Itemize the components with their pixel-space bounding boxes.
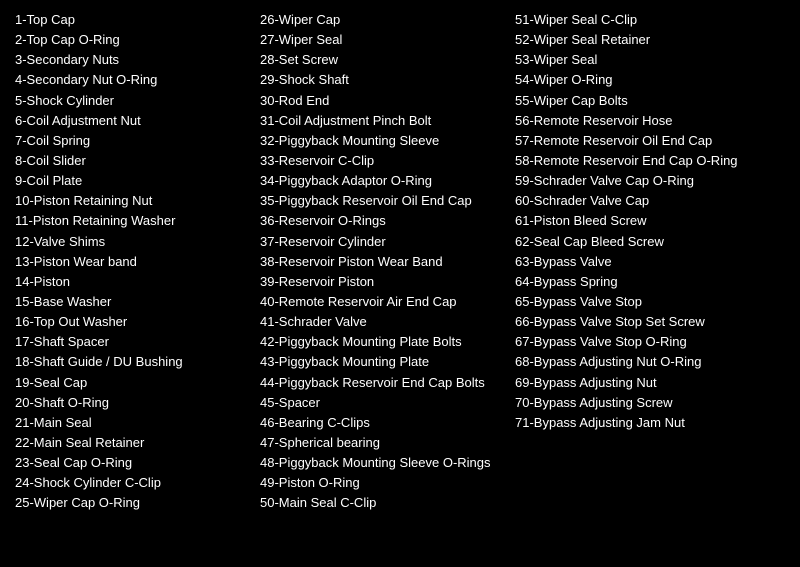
list-item: 26-Wiper Cap — [260, 10, 505, 30]
list-item: 2-Top Cap O-Ring — [15, 30, 250, 50]
list-item: 64-Bypass Spring — [515, 272, 785, 292]
list-item: 22-Main Seal Retainer — [15, 433, 250, 453]
list-item: 29-Shock Shaft — [260, 70, 505, 90]
list-item: 63-Bypass Valve — [515, 252, 785, 272]
list-item: 36-Reservoir O-Rings — [260, 211, 505, 231]
list-item: 18-Shaft Guide / DU Bushing — [15, 352, 250, 372]
list-item: 71-Bypass Adjusting Jam Nut — [515, 413, 785, 433]
list-item: 69-Bypass Adjusting Nut — [515, 373, 785, 393]
list-item: 48-Piggyback Mounting Sleeve O-Rings — [260, 453, 505, 473]
parts-list-container: 1-Top Cap2-Top Cap O-Ring3-Secondary Nut… — [15, 10, 785, 514]
list-item: 55-Wiper Cap Bolts — [515, 91, 785, 111]
list-item: 46-Bearing C-Clips — [260, 413, 505, 433]
list-item: 39-Reservoir Piston — [260, 272, 505, 292]
list-item: 10-Piston Retaining Nut — [15, 191, 250, 211]
list-item: 65-Bypass Valve Stop — [515, 292, 785, 312]
list-item: 37-Reservoir Cylinder — [260, 232, 505, 252]
list-item: 66-Bypass Valve Stop Set Screw — [515, 312, 785, 332]
list-item: 50-Main Seal C-Clip — [260, 493, 505, 513]
list-item: 7-Coil Spring — [15, 131, 250, 151]
list-item: 8-Coil Slider — [15, 151, 250, 171]
list-item: 21-Main Seal — [15, 413, 250, 433]
list-item: 30-Rod End — [260, 91, 505, 111]
list-item: 40-Remote Reservoir Air End Cap — [260, 292, 505, 312]
list-item: 53-Wiper Seal — [515, 50, 785, 70]
list-item: 62-Seal Cap Bleed Screw — [515, 232, 785, 252]
list-item: 34-Piggyback Adaptor O-Ring — [260, 171, 505, 191]
list-item: 11-Piston Retaining Washer — [15, 211, 250, 231]
list-item: 4-Secondary Nut O-Ring — [15, 70, 250, 90]
list-item: 44-Piggyback Reservoir End Cap Bolts — [260, 373, 505, 393]
list-item: 32-Piggyback Mounting Sleeve — [260, 131, 505, 151]
list-item: 15-Base Washer — [15, 292, 250, 312]
list-item: 42-Piggyback Mounting Plate Bolts — [260, 332, 505, 352]
list-item: 3-Secondary Nuts — [15, 50, 250, 70]
list-item: 19-Seal Cap — [15, 373, 250, 393]
list-item: 25-Wiper Cap O-Ring — [15, 493, 250, 513]
list-item: 28-Set Screw — [260, 50, 505, 70]
list-item: 60-Schrader Valve Cap — [515, 191, 785, 211]
list-item: 20-Shaft O-Ring — [15, 393, 250, 413]
list-item: 9-Coil Plate — [15, 171, 250, 191]
list-item: 67-Bypass Valve Stop O-Ring — [515, 332, 785, 352]
list-item: 35-Piggyback Reservoir Oil End Cap — [260, 191, 505, 211]
list-item: 54-Wiper O-Ring — [515, 70, 785, 90]
list-item: 47-Spherical bearing — [260, 433, 505, 453]
list-item: 24-Shock Cylinder C-Clip — [15, 473, 250, 493]
list-item: 27-Wiper Seal — [260, 30, 505, 50]
list-item: 16-Top Out Washer — [15, 312, 250, 332]
list-item: 56-Remote Reservoir Hose — [515, 111, 785, 131]
list-item: 59-Schrader Valve Cap O-Ring — [515, 171, 785, 191]
list-item: 57-Remote Reservoir Oil End Cap — [515, 131, 785, 151]
list-item: 31-Coil Adjustment Pinch Bolt — [260, 111, 505, 131]
list-item: 38-Reservoir Piston Wear Band — [260, 252, 505, 272]
list-item: 45-Spacer — [260, 393, 505, 413]
list-item: 13-Piston Wear band — [15, 252, 250, 272]
list-item: 68-Bypass Adjusting Nut O-Ring — [515, 352, 785, 372]
list-item: 41-Schrader Valve — [260, 312, 505, 332]
column-3: 51-Wiper Seal C-Clip52-Wiper Seal Retain… — [515, 10, 785, 514]
list-item: 33-Reservoir C-Clip — [260, 151, 505, 171]
list-item: 17-Shaft Spacer — [15, 332, 250, 352]
list-item: 1-Top Cap — [15, 10, 250, 30]
list-item: 6-Coil Adjustment Nut — [15, 111, 250, 131]
list-item: 51-Wiper Seal C-Clip — [515, 10, 785, 30]
list-item: 23-Seal Cap O-Ring — [15, 453, 250, 473]
list-item: 52-Wiper Seal Retainer — [515, 30, 785, 50]
list-item: 12-Valve Shims — [15, 232, 250, 252]
list-item: 43-Piggyback Mounting Plate — [260, 352, 505, 372]
list-item: 14-Piston — [15, 272, 250, 292]
list-item: 5-Shock Cylinder — [15, 91, 250, 111]
list-item: 49-Piston O-Ring — [260, 473, 505, 493]
list-item: 70-Bypass Adjusting Screw — [515, 393, 785, 413]
column-1: 1-Top Cap2-Top Cap O-Ring3-Secondary Nut… — [15, 10, 260, 514]
list-item: 61-Piston Bleed Screw — [515, 211, 785, 231]
list-item: 58-Remote Reservoir End Cap O-Ring — [515, 151, 785, 171]
column-2: 26-Wiper Cap27-Wiper Seal28-Set Screw29-… — [260, 10, 515, 514]
